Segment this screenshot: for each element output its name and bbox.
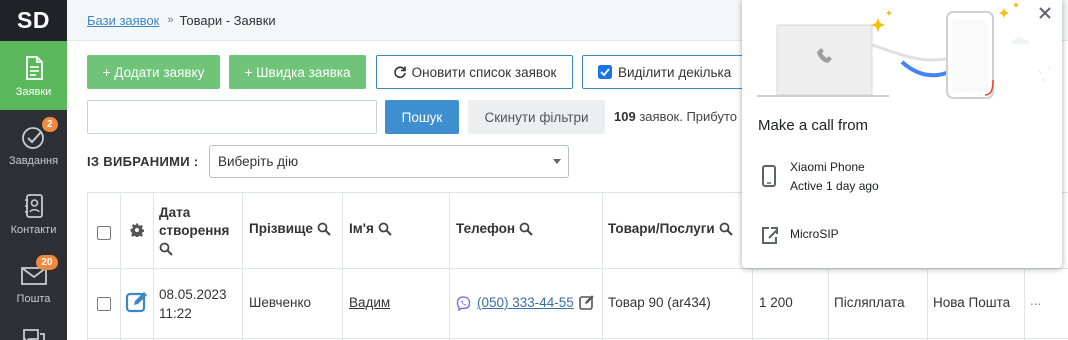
checkbox-checked-icon bbox=[598, 65, 612, 79]
header-goods[interactable]: Товари/Послуги bbox=[608, 221, 733, 236]
column-divider bbox=[153, 192, 154, 340]
breadcrumb-separator: » bbox=[167, 14, 174, 26]
row-select-checkbox[interactable] bbox=[97, 297, 111, 311]
multi-select-label: Виділити декілька bbox=[618, 64, 732, 80]
open-external-icon bbox=[762, 227, 778, 244]
close-icon[interactable] bbox=[1036, 4, 1054, 22]
search-icon[interactable] bbox=[519, 222, 533, 236]
table-row-border bbox=[87, 338, 1068, 339]
tasks-badge: 2 bbox=[41, 116, 58, 132]
sidebar-item-mail[interactable]: 20 Пошта bbox=[0, 248, 67, 317]
check-circle-icon: 2 bbox=[20, 116, 58, 151]
search-icon[interactable] bbox=[378, 222, 392, 236]
mail-badge: 20 bbox=[36, 254, 58, 270]
header-date[interactable]: Дата створення bbox=[159, 204, 239, 258]
results-summary: 109 заявок. Прибуто bbox=[614, 109, 737, 124]
search-icon[interactable] bbox=[159, 242, 173, 257]
add-request-button[interactable]: + Додати заявку bbox=[87, 55, 220, 89]
column-divider bbox=[342, 192, 343, 340]
call-option-name: Xiaomi Phone bbox=[790, 160, 865, 174]
row-payment: Післяплата bbox=[834, 295, 905, 310]
breadcrumb-parent-link[interactable]: Бази заявок bbox=[87, 13, 159, 28]
header-goods-label: Товари/Послуги bbox=[608, 221, 715, 236]
select-all-checkbox[interactable] bbox=[97, 226, 111, 240]
search-input[interactable] bbox=[87, 100, 377, 134]
document-icon bbox=[20, 54, 48, 82]
column-divider bbox=[449, 192, 450, 340]
row-date-value: 08.05.2023 bbox=[159, 287, 227, 302]
row-time-value: 11:22 bbox=[159, 306, 192, 321]
refresh-icon bbox=[393, 66, 406, 79]
row-surname: Шевченко bbox=[249, 295, 312, 310]
results-summary-text: заявок. Прибуто bbox=[639, 109, 737, 124]
app-logo[interactable]: SD bbox=[0, 0, 67, 41]
call-option-microsip[interactable]: MicroSIP bbox=[742, 222, 1062, 248]
row-delivery: Нова Пошта bbox=[933, 295, 1011, 310]
smartphone-icon bbox=[762, 165, 776, 187]
search-icon[interactable] bbox=[317, 222, 331, 236]
header-phone[interactable]: Телефон bbox=[456, 221, 533, 236]
sidebar-item-label: Заявки bbox=[15, 85, 52, 98]
column-divider bbox=[120, 192, 121, 340]
header-name-label: Ім'я bbox=[349, 221, 374, 236]
viber-icon[interactable] bbox=[456, 296, 471, 311]
results-count: 109 bbox=[614, 109, 636, 124]
contacts-icon bbox=[20, 192, 48, 220]
bulk-action-selected: Виберіть дію bbox=[218, 154, 299, 169]
row-amount: 1 200 bbox=[759, 295, 793, 310]
call-option-text: Xiaomi Phone Active 1 day ago bbox=[790, 158, 879, 196]
header-phone-label: Телефон bbox=[456, 221, 516, 236]
header-date-label: Дата створення bbox=[159, 205, 230, 238]
sidebar-item-contacts[interactable]: Контакти bbox=[0, 179, 67, 248]
sidebar-item-chat[interactable] bbox=[0, 317, 67, 340]
column-divider bbox=[242, 192, 243, 340]
column-divider bbox=[87, 192, 88, 340]
column-divider bbox=[602, 192, 603, 340]
row-phone-link[interactable]: (050) 333-44-55 bbox=[477, 295, 574, 310]
refresh-list-label: Оновити список заявок bbox=[411, 64, 557, 80]
bulk-action-select[interactable]: Виберіть дію bbox=[209, 145, 569, 178]
reset-filters-button[interactable]: Скинути фільтри bbox=[468, 100, 605, 134]
chat-icon bbox=[20, 325, 48, 340]
edit-phone-icon[interactable] bbox=[579, 294, 595, 310]
search-icon[interactable] bbox=[719, 222, 733, 236]
popup-title: Make a call from bbox=[758, 117, 869, 134]
sidebar: SD Заявки 2 Завдання Контакти 20 Пошта bbox=[0, 0, 67, 340]
sidebar-item-label: Завдання bbox=[8, 154, 59, 167]
mail-icon: 20 bbox=[20, 254, 58, 289]
call-illustration bbox=[742, 0, 1062, 100]
call-option-xiaomi-phone[interactable]: Xiaomi Phone Active 1 day ago bbox=[742, 155, 1062, 199]
chevron-down-icon bbox=[553, 159, 561, 164]
sidebar-item-requests[interactable]: Заявки bbox=[0, 41, 67, 110]
row-name-link[interactable]: Вадим bbox=[349, 295, 390, 310]
gear-icon[interactable] bbox=[130, 223, 144, 237]
make-call-popup: Make a call from Xiaomi Phone Active 1 d… bbox=[742, 0, 1062, 268]
row-date: 08.05.2023 11:22 bbox=[159, 285, 227, 323]
call-option-status: Active 1 day ago bbox=[790, 179, 879, 193]
search-button[interactable]: Пошук bbox=[385, 100, 459, 134]
sidebar-item-label: Контакти bbox=[10, 223, 57, 236]
header-surname-label: Прізвище bbox=[249, 221, 313, 236]
bulk-actions-label: ІЗ ВИБРАНИМИ : bbox=[87, 154, 199, 169]
refresh-list-button[interactable]: Оновити список заявок bbox=[376, 55, 573, 89]
multi-select-toggle[interactable]: Виділити декілька bbox=[582, 55, 752, 89]
row-more[interactable]: ... bbox=[1030, 293, 1041, 308]
header-surname[interactable]: Прізвище bbox=[249, 221, 331, 236]
header-name[interactable]: Ім'я bbox=[349, 221, 392, 236]
sidebar-item-tasks[interactable]: 2 Завдання bbox=[0, 110, 67, 179]
quick-request-button[interactable]: + Швидка заявка bbox=[229, 55, 366, 89]
call-option-name: MicroSIP bbox=[790, 227, 839, 241]
edit-icon[interactable] bbox=[125, 290, 149, 314]
row-goods: Товар 90 (ar434) bbox=[608, 295, 711, 310]
sidebar-item-label: Пошта bbox=[16, 292, 51, 305]
table-header-border bbox=[87, 268, 1068, 269]
breadcrumb-current: Товари - Заявки bbox=[179, 12, 276, 28]
